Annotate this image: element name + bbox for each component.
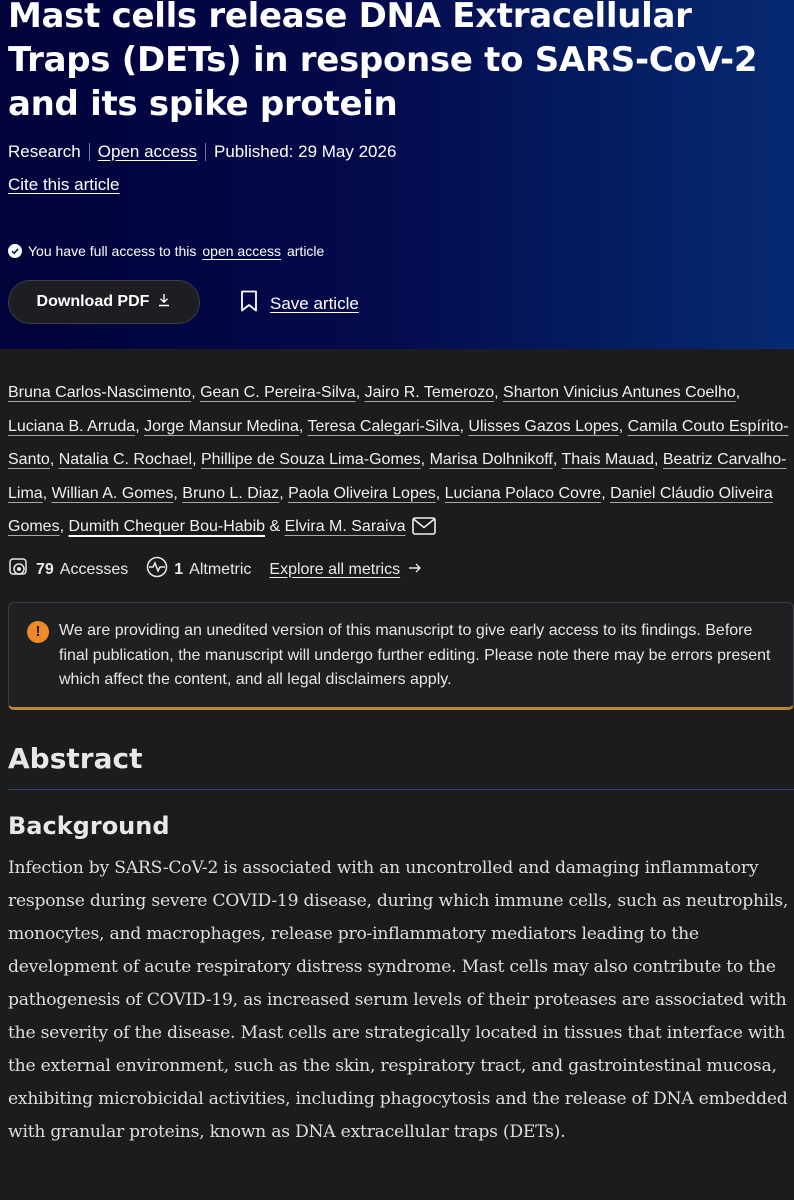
explore-metrics-link[interactable]: Explore all metrics	[269, 561, 422, 579]
warning-icon: !	[27, 621, 49, 643]
early-access-notice: ! We are providing an unedited version o…	[8, 602, 794, 710]
author-link[interactable]: Bruna Carlos-Nascimento	[8, 384, 191, 401]
author-link[interactable]: Willian A. Gomes	[52, 485, 174, 502]
author-link-active[interactable]: Dumith Chequer Bou-Habib	[68, 518, 265, 535]
save-article-button[interactable]: Save article	[240, 290, 359, 317]
altmetric-label: Altmetric	[189, 560, 252, 578]
author-link[interactable]: Gean C. Pereira-Silva	[200, 384, 356, 401]
check-circle-icon	[8, 244, 22, 258]
explore-metrics-label: Explore all metrics	[269, 560, 401, 578]
accesses-label: Accesses	[59, 560, 129, 578]
author-link[interactable]: Luciana Polaco Covre	[445, 485, 602, 502]
save-article-label: Save article	[270, 293, 359, 313]
access-text-prefix: You have full access to this	[28, 243, 197, 259]
article-type: Research	[8, 142, 81, 161]
bookmark-icon	[240, 290, 258, 317]
author-link[interactable]: Thais Mauad	[561, 451, 654, 468]
email-icon[interactable]	[412, 514, 436, 548]
author-list: Bruna Carlos-Nascimento, Gean C. Pereira…	[8, 376, 790, 548]
meta-divider	[205, 143, 206, 161]
author-link[interactable]: Ulisses Gazos Lopes	[468, 418, 618, 435]
author-link[interactable]: Paola Oliveira Lopes	[288, 485, 436, 502]
background-heading: Background	[8, 812, 170, 840]
download-pdf-button[interactable]: Download PDF	[8, 280, 200, 324]
download-icon	[157, 293, 171, 312]
article-title: Mast cells release DNA Extracellular Tra…	[8, 0, 758, 124]
arrow-right-icon	[408, 561, 422, 579]
published-date: Published: 29 May 2026	[214, 142, 397, 161]
author-link[interactable]: Phillipe de Souza Lima-Gomes	[201, 451, 421, 468]
article-metrics: 79 Accesses 1 Altmetric Explore all metr…	[8, 556, 440, 583]
eye-icon	[8, 556, 30, 583]
open-access-link[interactable]: Open access	[98, 142, 197, 162]
author-link[interactable]: Teresa Calegari-Silva	[307, 418, 459, 435]
open-access-info-link[interactable]: open access	[202, 243, 281, 259]
access-text-suffix: article	[286, 243, 325, 259]
altmetric-metric: 1 Altmetric	[146, 556, 251, 583]
accesses-metric: 79 Accesses	[8, 556, 128, 583]
author-link[interactable]: Jairo R. Temerozo	[365, 384, 495, 401]
access-status: You have full access to this open access…	[8, 243, 324, 259]
author-link[interactable]: Luciana B. Arruda	[8, 418, 135, 435]
altmetric-count: 1	[174, 560, 184, 578]
altmetric-icon	[146, 556, 168, 583]
accesses-count: 79	[36, 560, 54, 578]
author-link[interactable]: Elvira M. Saraiva	[285, 518, 406, 535]
cite-article-link[interactable]: Cite this article	[8, 175, 119, 195]
download-pdf-label: Download PDF	[36, 293, 150, 310]
abstract-heading: Abstract	[8, 742, 143, 775]
background-text: Infection by SARS-CoV-2 is associated wi…	[8, 858, 789, 1142]
author-link[interactable]: Sharton Vinicius Antunes Coelho	[503, 384, 736, 401]
author-link[interactable]: Jorge Mansur Medina	[144, 418, 299, 435]
meta-divider	[88, 143, 90, 161]
author-link[interactable]: Natalia C. Rochael	[59, 451, 192, 468]
article-header: Mast cells release DNA Extracellular Tra…	[0, 0, 794, 349]
author-link[interactable]: Marisa Dolhnikoff	[430, 451, 553, 468]
article-meta: Research Open access Published: 29 May 2…	[8, 142, 396, 162]
author-link[interactable]: Bruno L. Diaz	[182, 485, 279, 502]
notice-text: We are providing an unedited version of …	[59, 622, 771, 688]
section-divider	[8, 789, 794, 790]
